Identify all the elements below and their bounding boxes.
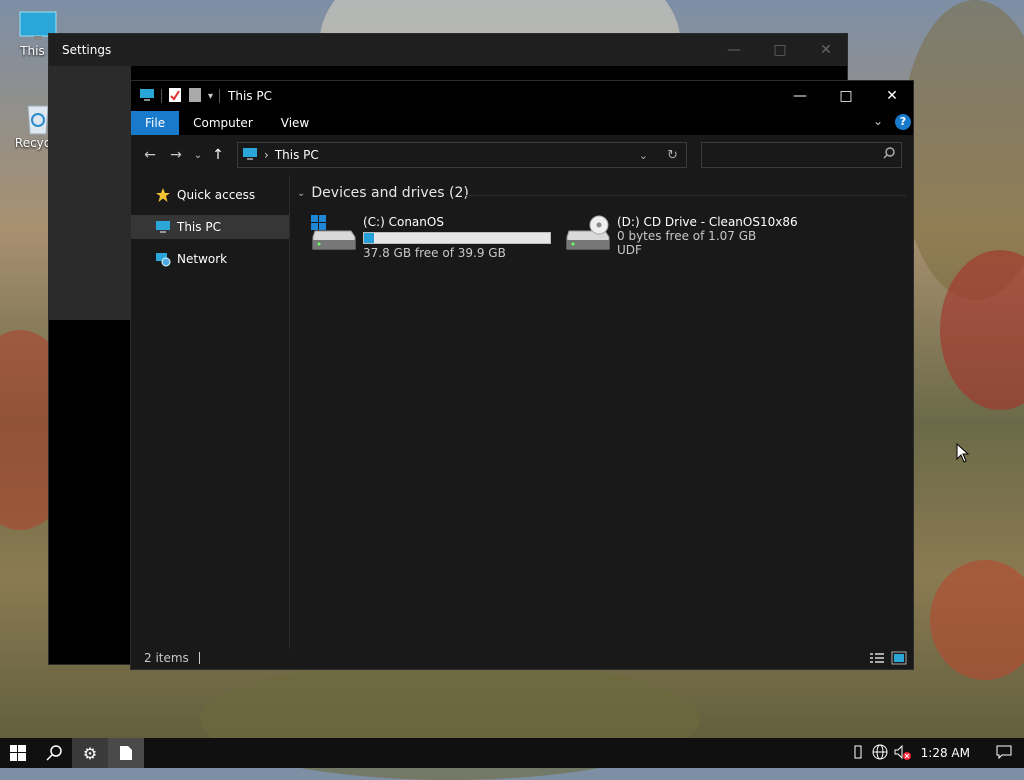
mouse-cursor-icon [956,442,970,466]
customize-quick-access-icon[interactable]: ▾ [208,91,213,102]
minimize-button[interactable]: — [711,34,757,66]
close-button[interactable]: ✕ [869,81,915,111]
usb-icon[interactable] [847,745,869,762]
tab-file[interactable]: File [131,111,180,135]
up-button[interactable]: ↑ [207,147,229,163]
drive-usage-bar [363,232,551,244]
divider [466,195,906,196]
minimize-button[interactable]: — [777,81,823,111]
maximize-button[interactable]: □ [823,81,869,111]
nav-item-label: Quick access [177,188,256,202]
title-bar: ▾ This PC — □ ✕ [131,81,913,111]
clock[interactable]: 1:28 AM [921,746,970,760]
details-view-icon[interactable] [869,651,885,668]
volume-muted-icon[interactable] [891,744,913,763]
hard-drive-icon [311,215,359,255]
star-icon [155,187,171,203]
search-button[interactable] [36,738,72,768]
tab-view[interactable]: View [267,111,323,135]
content-pane: ⌄ Devices and drives (2) (C:) ConanOS 37… [291,175,913,649]
nav-item-quick-access[interactable]: Quick access [131,183,289,207]
nav-item-label: Network [177,252,228,266]
properties-icon[interactable] [168,87,182,106]
drive-item-d[interactable]: (D:) CD Drive - CleanOS10x86 0 bytes fre… [565,215,798,257]
ribbon: File Computer View ⌄ ? [131,111,913,135]
close-button[interactable]: ✕ [803,34,849,66]
address-row: ← → ⌄ ↑ › This PC ⌄ ↻ [131,135,913,175]
back-button[interactable]: ← [137,147,163,163]
expand-ribbon-icon[interactable]: ⌄ [873,114,883,128]
system-tray: 1:28 AM [847,738,1024,768]
drive-free-space: 0 bytes free of 1.07 GB [617,229,757,243]
computer-icon [242,147,258,164]
help-icon[interactable]: ? [895,114,911,130]
settings-sidebar [49,66,131,320]
drive-item-c[interactable]: (C:) ConanOS 37.8 GB free of 39.9 GB [311,215,551,260]
pane-splitter[interactable] [289,175,290,649]
drive-usage-fill [364,233,374,243]
start-button[interactable] [0,738,36,768]
window-title: This PC [228,89,272,103]
new-folder-icon[interactable] [188,87,202,106]
refresh-icon[interactable]: ↻ [667,148,678,163]
drive-label: (C:) ConanOS [363,215,444,229]
large-icons-view-icon[interactable] [891,651,907,668]
nav-item-this-pc[interactable]: This PC [131,215,289,239]
gear-icon: ⚙ [82,743,98,763]
group-header-label: Devices and drives (2) [311,185,469,201]
address-dropdown-icon[interactable]: ⌄ [639,149,648,162]
search-icon [883,147,895,162]
forward-button[interactable]: → [163,147,189,163]
network-icon[interactable] [869,744,891,763]
nav-item-network[interactable]: Network [131,247,289,271]
nav-item-label: This PC [177,220,221,234]
drive-free-space: 37.8 GB free of 39.9 GB [363,246,506,260]
file-explorer-window: ▾ This PC — □ ✕ File Computer View ⌄ ? ←… [130,80,914,670]
file-explorer-taskbar-button[interactable] [108,738,144,768]
cd-drive-icon [565,215,613,255]
group-header[interactable]: ⌄ Devices and drives (2) [297,185,469,201]
maximize-button[interactable]: □ [757,34,803,66]
settings-taskbar-button[interactable]: ⚙ [72,738,108,768]
computer-icon [139,88,155,105]
breadcrumb[interactable]: This PC [275,148,319,162]
network-icon [155,251,171,267]
drive-filesystem: UDF [617,243,642,257]
navigation-pane: Quick access This PC Network [131,175,289,649]
address-bar[interactable]: › This PC ⌄ ↻ [237,142,687,168]
computer-icon [155,219,171,235]
separator [198,652,200,664]
tab-computer[interactable]: Computer [179,111,267,135]
taskbar: ⚙ 1:28 AM [0,738,1024,768]
breadcrumb-separator[interactable]: › [264,148,269,162]
chevron-down-icon: ⌄ [297,187,306,199]
search-input[interactable] [701,142,902,168]
separator [161,89,162,103]
notifications-icon[interactable] [984,745,1024,762]
status-bar: 2 items [131,647,913,669]
drive-label: (D:) CD Drive - CleanOS10x86 [617,215,798,229]
item-count: 2 items [144,651,189,665]
recent-locations-button[interactable]: ⌄ [189,150,207,161]
separator [219,89,221,103]
